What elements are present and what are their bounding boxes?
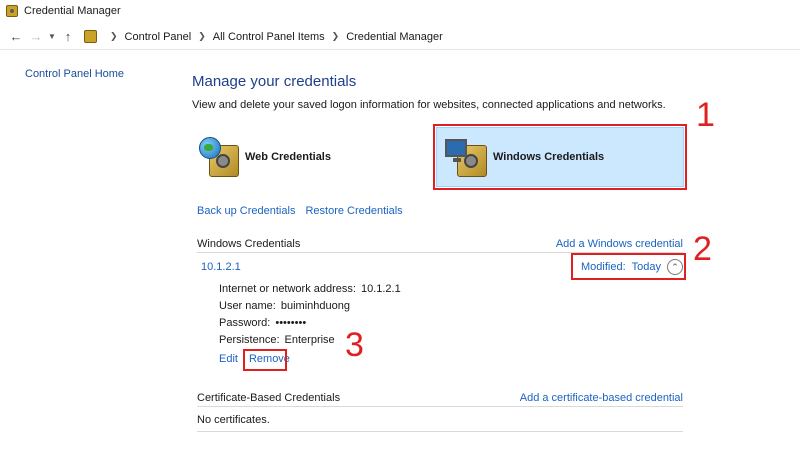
annotation-box-3 bbox=[243, 349, 287, 371]
title-bar: Credential Manager bbox=[0, 0, 800, 22]
breadcrumb-separator-icon[interactable]: ❯ bbox=[332, 31, 340, 42]
detail-persistence: Persistence: Enterprise bbox=[219, 334, 335, 346]
address-label: Internet or network address: bbox=[219, 283, 356, 295]
annotation-box-2 bbox=[571, 253, 686, 280]
up-arrow-icon[interactable]: ↑ bbox=[58, 27, 78, 47]
persistence-label: Persistence: bbox=[219, 334, 280, 346]
control-panel-icon bbox=[84, 30, 97, 43]
username-label: User name: bbox=[219, 300, 276, 312]
annotation-number-3: 3 bbox=[345, 326, 364, 364]
annotation-number-1: 1 bbox=[696, 96, 715, 134]
web-credentials-label: Web Credentials bbox=[245, 151, 331, 163]
web-credentials-tile[interactable]: Web Credentials bbox=[197, 132, 417, 182]
detail-password: Password: •••••••• bbox=[219, 317, 306, 329]
certificate-section-title: Certificate-Based Credentials bbox=[197, 391, 341, 404]
breadcrumb-control-panel[interactable]: Control Panel bbox=[125, 31, 192, 43]
backup-restore-links: Back up Credentials Restore Credentials bbox=[197, 205, 403, 217]
certificate-credentials-section-header: Certificate-Based Credentials Add a cert… bbox=[197, 389, 683, 407]
breadcrumb-separator-icon[interactable]: ❯ bbox=[198, 31, 206, 42]
section-divider bbox=[197, 431, 683, 432]
add-certificate-credential-link[interactable]: Add a certificate-based credential bbox=[520, 392, 683, 404]
breadcrumb: ❯ Control Panel ❯ All Control Panel Item… bbox=[84, 27, 443, 47]
forward-arrow-icon[interactable]: → bbox=[26, 27, 46, 47]
add-windows-credential-link[interactable]: Add a Windows credential bbox=[556, 238, 683, 250]
username-value: buiminhduong bbox=[280, 300, 350, 312]
windows-credentials-section-header: Windows Credentials Add a Windows creden… bbox=[197, 235, 683, 253]
persistence-value: Enterprise bbox=[284, 334, 335, 346]
no-certificates-text: No certificates. bbox=[197, 414, 270, 426]
credential-manager-icon bbox=[6, 5, 18, 17]
address-value: 10.1.2.1 bbox=[360, 283, 401, 295]
breadcrumb-all-items[interactable]: All Control Panel Items bbox=[213, 31, 325, 43]
address-bar: ← → ▼ ↑ ❯ Control Panel ❯ All Control Pa… bbox=[0, 24, 800, 50]
password-value: •••••••• bbox=[275, 317, 307, 329]
edit-credential-link[interactable]: Edit bbox=[219, 353, 238, 365]
detail-address: Internet or network address: 10.1.2.1 bbox=[219, 283, 401, 295]
web-credentials-safe-icon bbox=[197, 135, 241, 179]
window-title: Credential Manager bbox=[24, 5, 121, 17]
recent-locations-chevron-icon[interactable]: ▼ bbox=[46, 27, 58, 47]
detail-username: User name: buiminhduong bbox=[219, 300, 350, 312]
annotation-box-1 bbox=[433, 124, 687, 190]
restore-credentials-link[interactable]: Restore Credentials bbox=[305, 205, 402, 217]
credential-entry-name[interactable]: 10.1.2.1 bbox=[201, 261, 241, 273]
breadcrumb-separator-icon[interactable]: ❯ bbox=[110, 31, 118, 42]
breadcrumb-credential-manager[interactable]: Credential Manager bbox=[346, 31, 443, 43]
back-arrow-icon[interactable]: ← bbox=[6, 27, 26, 47]
annotation-number-2: 2 bbox=[693, 230, 712, 268]
password-label: Password: bbox=[219, 317, 271, 329]
backup-credentials-link[interactable]: Back up Credentials bbox=[197, 205, 295, 217]
page-description: View and delete your saved logon informa… bbox=[192, 99, 666, 111]
control-panel-home-link[interactable]: Control Panel Home bbox=[25, 68, 124, 80]
page-title: Manage your credentials bbox=[192, 73, 357, 90]
windows-credentials-section-title: Windows Credentials bbox=[197, 237, 301, 250]
